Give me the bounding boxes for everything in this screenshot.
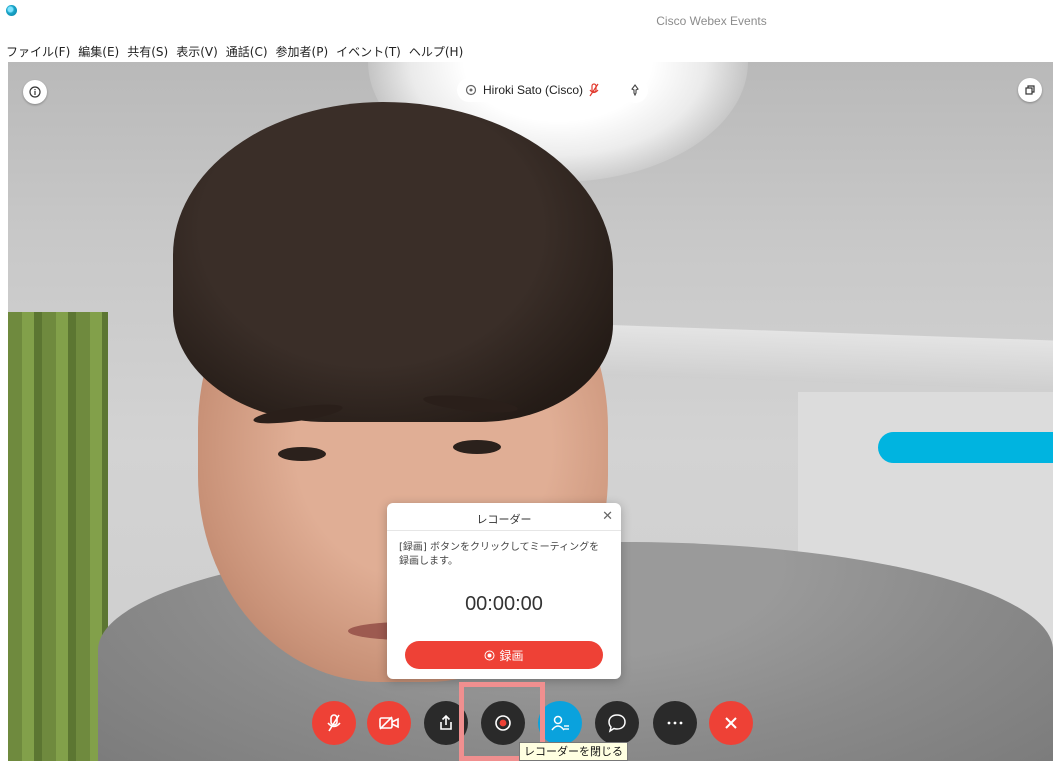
menu-file[interactable]: ファイル(F) — [6, 43, 70, 60]
chat-button[interactable] — [595, 701, 639, 745]
recorder-divider — [387, 530, 621, 531]
more-icon — [667, 721, 683, 725]
right-eye — [453, 440, 501, 454]
notification-bar — [878, 432, 1053, 463]
menu-share[interactable]: 共有(S) — [127, 43, 168, 60]
video-off-icon — [379, 716, 399, 730]
muted-mic-icon — [589, 83, 599, 97]
record-icon — [484, 650, 495, 660]
share-icon — [440, 714, 452, 730]
muted-mic-icon — [327, 714, 341, 732]
speaker-activity-icon — [465, 84, 477, 96]
recorder-tooltip: レコーダーを閉じる — [519, 742, 628, 761]
left-eye — [278, 447, 326, 461]
recorder-panel: レコーダー ✕ [録画] ボタンをクリックしてミーティングを録画します。 00:… — [387, 503, 621, 679]
active-speaker-label: Hiroki Sato (Cisco) — [457, 78, 612, 102]
mute-button[interactable] — [312, 701, 356, 745]
meeting-info-button[interactable] — [23, 80, 47, 104]
record-button-label: 録画 — [499, 648, 524, 663]
menu-view[interactable]: 表示(V) — [176, 43, 218, 60]
close-icon — [725, 717, 737, 729]
participants-icon — [551, 715, 569, 731]
window-title: Cisco Webex Events — [656, 14, 767, 28]
leave-button[interactable] — [709, 701, 753, 745]
curtain — [8, 312, 108, 761]
record-button[interactable]: 録画 — [405, 641, 603, 669]
stop-video-button[interactable] — [367, 701, 411, 745]
title-bar: Cisco Webex Events — [0, 0, 1053, 42]
menu-participants[interactable]: 参加者(P) — [276, 43, 329, 60]
menu-bar: ファイル(F) 編集(E) 共有(S) 表示(V) 通話(C) 参加者(P) イ… — [6, 40, 463, 62]
recorder-timer: 00:00:00 — [465, 593, 543, 615]
pin-button[interactable] — [622, 77, 648, 103]
info-icon — [29, 86, 41, 98]
speaker-name: Hiroki Sato (Cisco) — [483, 83, 584, 97]
menu-call[interactable]: 通話(C) — [226, 43, 268, 60]
layout-icon — [1025, 85, 1035, 95]
menu-help[interactable]: ヘルプ(H) — [409, 43, 463, 60]
menu-edit[interactable]: 編集(E) — [78, 43, 119, 60]
menu-event[interactable]: イベント(T) — [336, 43, 401, 60]
more-button[interactable] — [653, 701, 697, 745]
layout-button[interactable] — [1018, 78, 1042, 102]
recorder-description: [録画] ボタンをクリックしてミーティングを録画します。 — [399, 542, 600, 567]
pin-icon — [631, 84, 639, 96]
recorder-title: レコーダー — [476, 513, 532, 526]
recorder-close-icon[interactable]: ✕ — [602, 509, 613, 524]
chat-icon — [608, 714, 626, 733]
